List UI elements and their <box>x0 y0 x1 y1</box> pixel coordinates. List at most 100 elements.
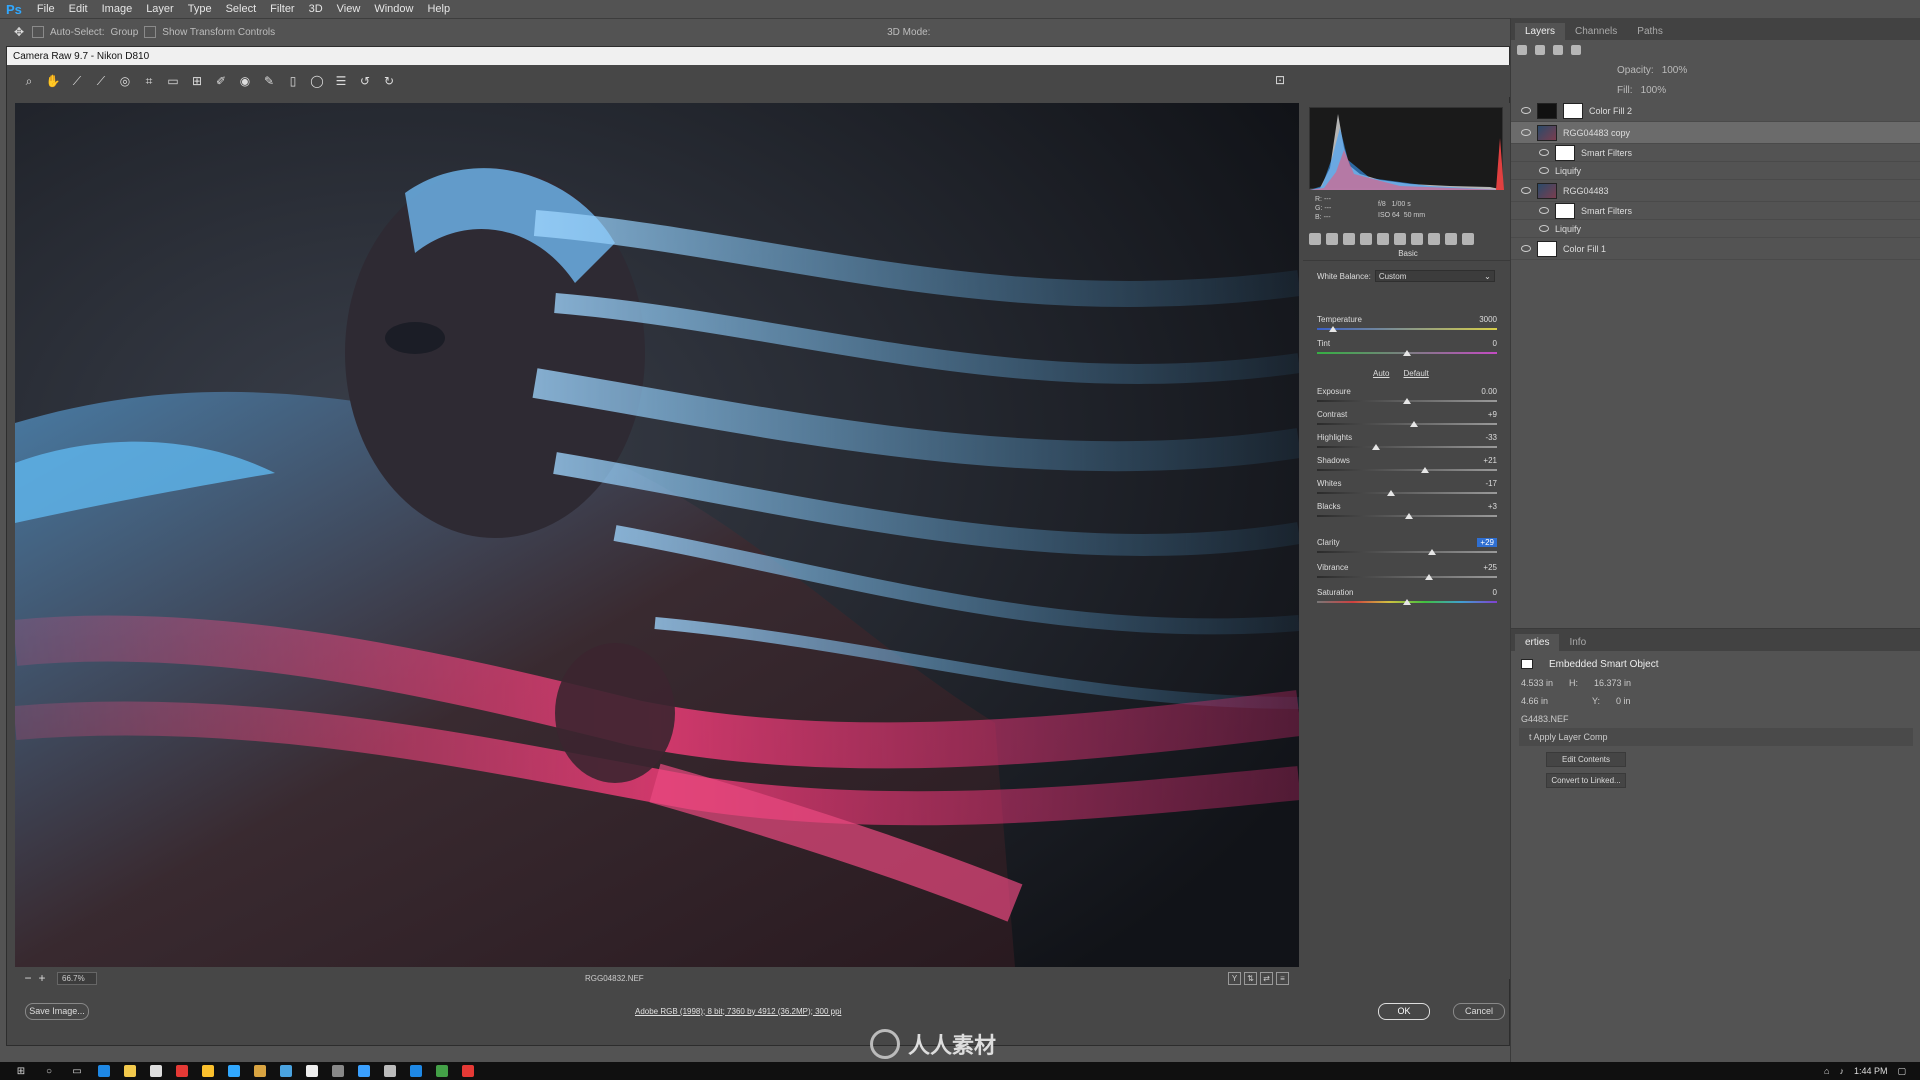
type-filter-icon[interactable] <box>1553 45 1563 55</box>
browser-icon[interactable] <box>202 1065 214 1077</box>
slider-knob[interactable] <box>1424 574 1433 580</box>
slider-highlights[interactable]: Highlights -33 <box>1317 433 1501 455</box>
fullscreen-icon[interactable]: ⊡ <box>1273 73 1287 87</box>
slider-value[interactable]: +3 <box>1488 502 1497 511</box>
spot-removal-icon[interactable]: ✐ <box>214 74 228 88</box>
shape-filter-icon[interactable] <box>1571 45 1581 55</box>
cancel-button[interactable]: Cancel <box>1453 1002 1505 1020</box>
width-value[interactable]: 4.533 in <box>1521 678 1553 688</box>
tab-channels[interactable]: Channels <box>1565 23 1627 40</box>
fill-value[interactable]: 100% <box>1641 85 1667 96</box>
detail-icon[interactable] <box>1343 233 1355 245</box>
slider-blacks[interactable]: Blacks +3 <box>1317 502 1501 524</box>
slider-value[interactable]: 3000 <box>1479 315 1497 324</box>
slider-knob[interactable] <box>1421 467 1429 473</box>
adjust-filter-icon[interactable] <box>1535 45 1545 55</box>
slider-clarity[interactable]: Clarity +29 <box>1317 538 1501 560</box>
store-icon[interactable] <box>150 1065 162 1077</box>
visibility-eye-icon[interactable] <box>1521 187 1531 194</box>
x-value[interactable]: 4.66 in <box>1521 696 1548 706</box>
tab-layers[interactable]: Layers <box>1515 23 1566 40</box>
visibility-eye-icon[interactable] <box>1521 245 1531 252</box>
visibility-eye-icon[interactable] <box>1521 129 1531 136</box>
slider-value[interactable]: +25 <box>1483 563 1497 572</box>
edge-icon[interactable] <box>98 1065 110 1077</box>
menu-filter[interactable]: Filter <box>263 3 301 15</box>
swap-icon[interactable]: ⇅ <box>1244 971 1257 985</box>
slider-whites[interactable]: Whites -17 <box>1317 479 1501 501</box>
zoom-in-icon[interactable]: + <box>35 971 49 985</box>
network-icon[interactable]: ⌂ <box>1824 1066 1829 1076</box>
menu-window[interactable]: Window <box>367 3 420 15</box>
slider-knob[interactable] <box>1372 444 1381 450</box>
slider-value[interactable]: -17 <box>1485 479 1497 488</box>
slider-knob[interactable] <box>1403 350 1411 356</box>
split-toning-icon[interactable] <box>1377 233 1389 245</box>
menu-file[interactable]: File <box>30 3 62 15</box>
explorer-icon[interactable] <box>124 1065 136 1077</box>
slider-knob[interactable] <box>1410 421 1419 427</box>
white-balance-select[interactable]: Custom ⌄ <box>1374 270 1495 282</box>
menu-view[interactable]: View <box>330 3 368 15</box>
task-view-icon[interactable]: ▭ <box>70 1065 84 1077</box>
basic-panel-icon[interactable] <box>1309 233 1321 245</box>
app-icon-8[interactable] <box>462 1065 474 1077</box>
lens-corrections-icon[interactable] <box>1394 233 1406 245</box>
slider-track[interactable] <box>1317 492 1497 494</box>
toggle-settings-icon[interactable]: ≡ <box>1276 971 1289 985</box>
layer-row[interactable]: Liquify <box>1511 162 1920 180</box>
tab-paths[interactable]: Paths <box>1627 23 1673 40</box>
white-balance-tool-icon[interactable]: ⟋ <box>70 74 84 88</box>
slider-value[interactable]: +9 <box>1488 410 1497 419</box>
hsl-icon[interactable] <box>1360 233 1372 245</box>
slider-value[interactable]: +21 <box>1483 456 1497 465</box>
y-value[interactable]: 0 in <box>1616 696 1631 706</box>
default-link[interactable]: Default <box>1403 369 1428 378</box>
copy-settings-icon[interactable]: ⇄ <box>1260 971 1273 985</box>
visibility-eye-icon[interactable] <box>1521 107 1531 114</box>
zoom-out-icon[interactable]: − <box>21 971 35 985</box>
start-icon[interactable]: ⊞ <box>14 1065 28 1077</box>
slider-temperature[interactable]: Temperature 3000 <box>1317 315 1501 337</box>
slider-contrast[interactable]: Contrast +9 <box>1317 410 1501 432</box>
layer-row[interactable]: Color Fill 2 <box>1511 100 1920 122</box>
slider-knob[interactable] <box>1404 513 1413 519</box>
preferences-icon[interactable]: ☰ <box>334 74 348 88</box>
app-icon-3[interactable] <box>332 1065 344 1077</box>
slider-value[interactable]: -33 <box>1485 433 1497 442</box>
opacity-value[interactable]: 100% <box>1662 65 1688 76</box>
bridge-app-icon[interactable] <box>254 1065 266 1077</box>
workflow-options-link[interactable]: Adobe RGB (1998); 8 bit; 7360 by 4912 (3… <box>635 1007 841 1016</box>
app-icon-7[interactable] <box>436 1065 448 1077</box>
slider-value[interactable]: 0 <box>1493 339 1497 348</box>
save-image-button[interactable]: Save Image... <box>25 1002 89 1020</box>
slider-track[interactable] <box>1317 469 1497 471</box>
app-icon-2[interactable] <box>306 1065 318 1077</box>
radial-filter-icon[interactable]: ◯ <box>310 74 324 88</box>
crop-tool-icon[interactable]: ⌗ <box>142 74 156 88</box>
volume-icon[interactable]: ♪ <box>1839 1066 1844 1076</box>
cortana-icon[interactable]: ○ <box>42 1065 56 1077</box>
menu-edit[interactable]: Edit <box>62 3 95 15</box>
menu-type[interactable]: Type <box>181 3 219 15</box>
slider-knob[interactable] <box>1403 599 1411 605</box>
image-preview[interactable] <box>15 103 1299 967</box>
height-value[interactable]: 16.373 in <box>1594 678 1631 688</box>
layer-row[interactable]: RGG04483 <box>1511 180 1920 202</box>
app-icon-6[interactable] <box>410 1065 422 1077</box>
presets-icon[interactable] <box>1445 233 1457 245</box>
slider-vibrance[interactable]: Vibrance +25 <box>1317 563 1501 585</box>
straighten-tool-icon[interactable]: ▭ <box>166 74 180 88</box>
tab-info[interactable]: Info <box>1559 634 1596 651</box>
effects-icon[interactable] <box>1411 233 1423 245</box>
slider-knob[interactable] <box>1403 398 1411 404</box>
notifications-icon[interactable]: ▢ <box>1897 1066 1906 1077</box>
slider-value[interactable]: +29 <box>1477 538 1497 547</box>
slider-track[interactable] <box>1317 446 1497 448</box>
snapshots-icon[interactable] <box>1462 233 1474 245</box>
visibility-eye-icon[interactable] <box>1539 207 1549 214</box>
app-icon-4[interactable] <box>358 1065 370 1077</box>
menu-select[interactable]: Select <box>219 3 264 15</box>
app-icon-1[interactable] <box>280 1065 292 1077</box>
slider-track[interactable] <box>1317 328 1497 330</box>
